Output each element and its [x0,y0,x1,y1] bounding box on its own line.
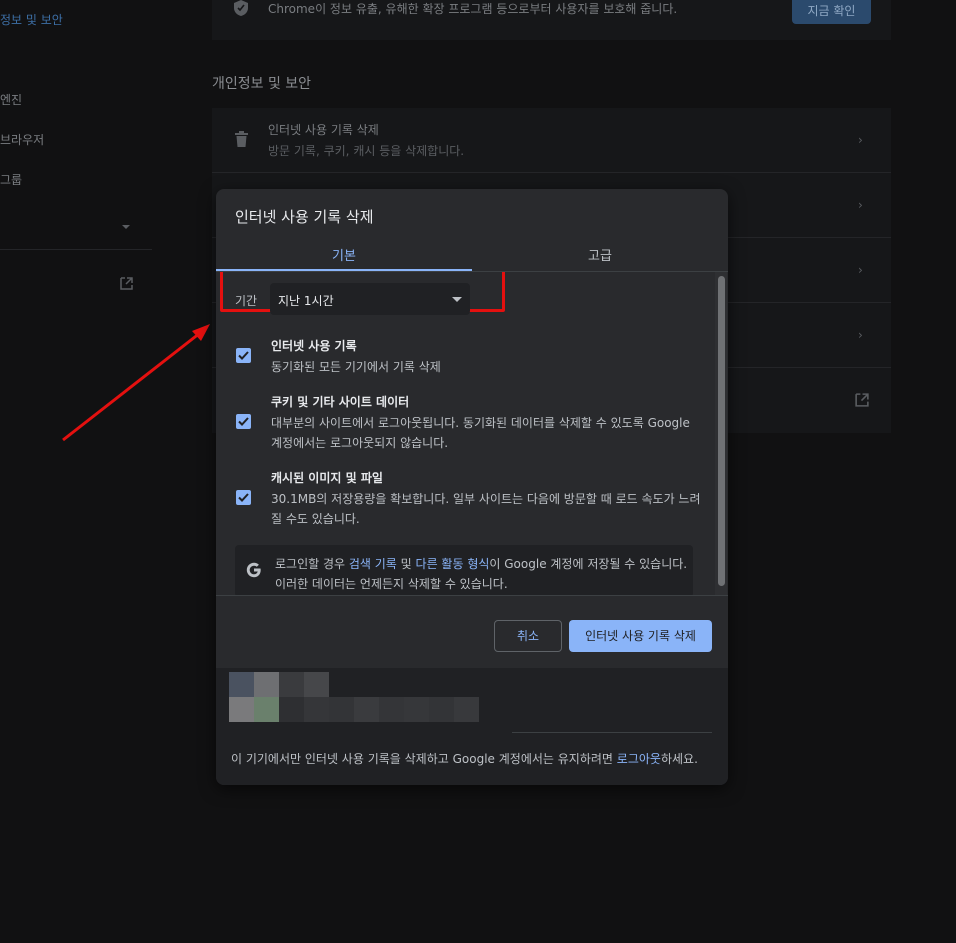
google-note-mid: 및 [396,557,416,571]
tab-basic-label: 기본 [332,249,356,264]
cancel-button[interactable]: 취소 [494,620,562,652]
account-section: 이 기기에서만 인터넷 사용 기록을 삭제하고 Google 계정에서는 유지하… [216,668,728,785]
google-note-text: 로그인할 경우 검색 기록 및 다른 활동 형식이 Google 계정에 저장될… [275,554,695,594]
account-note: 이 기기에서만 인터넷 사용 기록을 삭제하고 Google 계정에서는 유지하… [231,750,698,767]
checkbox-checked-icon[interactable] [236,414,251,429]
dialog-title: 인터넷 사용 기록 삭제 [235,208,374,226]
footer-divider [216,595,728,596]
checkbox-checked-icon[interactable] [236,348,251,363]
google-activity-note: 로그인할 경우 검색 기록 및 다른 활동 형식이 Google 계정에 저장될… [235,545,693,595]
search-history-link[interactable]: 검색 기록 [349,557,397,571]
checkbox-checked-icon[interactable] [236,490,251,505]
checkbox-desc: 동기화된 모든 기기에서 기록 삭제 [271,360,441,374]
period-select-value: 지난 1시간 [278,294,334,308]
tab-advanced[interactable]: 고급 [472,241,728,271]
google-g-icon [246,562,261,578]
google-note-prefix: 로그인할 경우 [275,557,349,571]
checkbox-desc: 30.1MB의 저장용량을 확보합니다. 일부 사이트는 다음에 방문할 때 로… [271,492,701,526]
scrollbar-thumb[interactable] [718,276,725,586]
checkbox-title: 쿠키 및 기타 사이트 데이터 [271,395,410,409]
dropdown-arrow-icon [452,297,462,302]
dialog-scroll-area[interactable]: 기간 지난 1시간 인터넷 사용 기록 동기화된 모든 기기에서 기록 삭제 쿠… [216,272,728,595]
checkbox-title: 캐시된 이미지 및 파일 [271,471,383,485]
tab-advanced-label: 고급 [588,249,612,264]
tab-basic[interactable]: 기본 [216,241,472,271]
other-activity-link[interactable]: 다른 활동 형식 [416,557,490,571]
checkbox-title: 인터넷 사용 기록 [271,339,357,353]
sign-out-link[interactable]: 로그아웃 [617,752,661,766]
checkbox-desc: 대부분의 사이트에서 로그아웃됩니다. 동기화된 데이터를 삭제할 수 있도록 … [271,416,690,450]
account-divider [512,732,712,733]
clear-browsing-data-dialog: 인터넷 사용 기록 삭제 기본 고급 기간 지난 1시간 인터넷 사용 기록 동… [216,189,728,785]
clear-data-button[interactable]: 인터넷 사용 기록 삭제 [569,620,712,652]
period-label: 기간 [235,294,258,308]
account-note-suffix: 하세요. [660,752,698,766]
account-note-prefix: 이 기기에서만 인터넷 사용 기록을 삭제하고 Google 계정에서는 유지하… [231,752,617,766]
period-select[interactable]: 지난 1시간 [270,283,470,315]
scrollbar-track[interactable] [715,272,727,595]
